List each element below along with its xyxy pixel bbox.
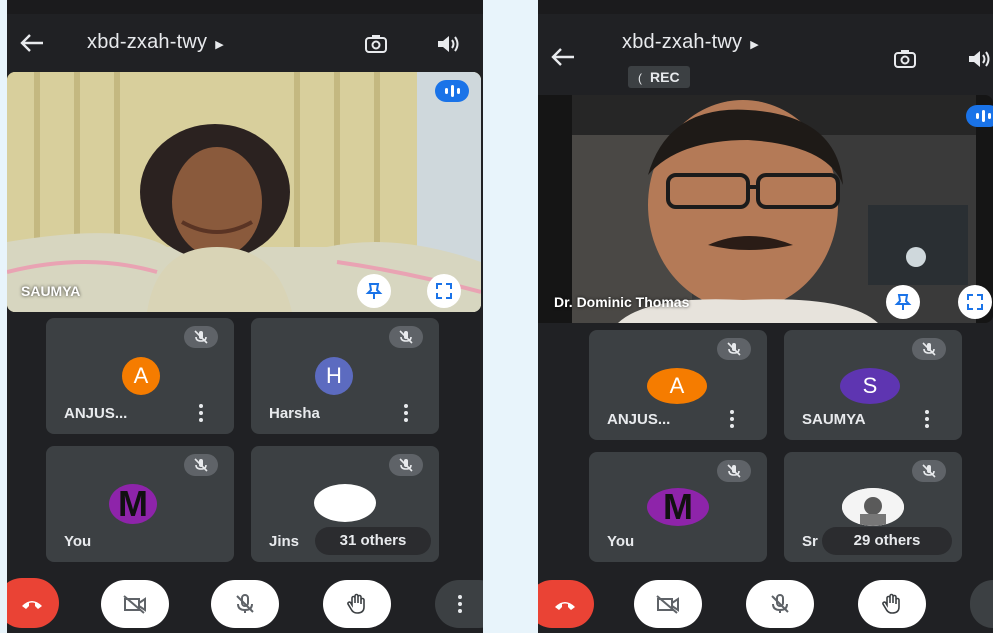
- speaker-video-frame: [7, 72, 481, 312]
- mic-off-icon: [184, 326, 218, 348]
- audio-level-indicator: [435, 80, 469, 102]
- avatar: [314, 484, 376, 522]
- end-call-button[interactable]: [538, 580, 594, 628]
- mic-off-icon: [389, 326, 423, 348]
- mic-off-icon: [184, 454, 218, 476]
- active-speaker-name: SAUMYA: [21, 283, 81, 299]
- camera-off-icon: [123, 595, 146, 614]
- active-speaker-video[interactable]: Dr. Dominic Thomas: [538, 95, 993, 323]
- speaker-volume-icon[interactable]: [966, 47, 992, 71]
- switch-camera-icon[interactable]: [363, 32, 389, 56]
- mic-toggle-button[interactable]: [211, 580, 279, 628]
- participant-name: Jins: [269, 533, 300, 550]
- participant-name: Sr: [802, 533, 818, 550]
- fullscreen-icon[interactable]: [958, 285, 992, 319]
- participant-name: ANJUS...: [64, 405, 128, 422]
- status-bar: [7, 0, 483, 14]
- meeting-code-title[interactable]: xbd-zxah-twy ▶: [87, 31, 224, 54]
- camera-toggle-button[interactable]: [634, 580, 702, 628]
- more-options-icon[interactable]: [403, 404, 409, 422]
- mic-off-icon: [236, 594, 254, 613]
- others-count-pill[interactable]: 31 others: [315, 527, 431, 555]
- participant-tile-self[interactable]: M You: [589, 452, 767, 562]
- switch-camera-icon[interactable]: [892, 47, 918, 71]
- status-bar: [538, 0, 993, 14]
- more-options-icon[interactable]: [924, 410, 930, 428]
- more-options-icon[interactable]: [729, 410, 735, 428]
- end-call-button[interactable]: [7, 578, 59, 628]
- meeting-code: xbd-zxah-twy: [87, 31, 208, 53]
- raise-hand-icon: [882, 593, 900, 614]
- fullscreen-icon[interactable]: [427, 274, 461, 308]
- avatar: M: [647, 486, 709, 527]
- more-options-icon[interactable]: [198, 404, 204, 422]
- mic-off-icon: [771, 594, 789, 613]
- raise-hand-button[interactable]: [858, 580, 926, 628]
- recording-badge: ( REC: [628, 66, 690, 88]
- meeting-code-title[interactable]: xbd-zxah-twy ▶: [622, 31, 759, 54]
- participant-tile[interactable]: Jins 31 others: [251, 446, 439, 562]
- participant-tile-self[interactable]: M You: [46, 446, 234, 562]
- back-arrow-icon[interactable]: [550, 46, 576, 68]
- raise-hand-icon: [347, 593, 365, 614]
- mic-off-icon: [912, 338, 946, 360]
- mic-off-icon: [389, 454, 423, 476]
- app-bar: xbd-zxah-twy ▶ ( REC: [538, 14, 993, 94]
- participant-name: You: [607, 533, 635, 550]
- speaker-video-frame: [538, 95, 993, 323]
- back-arrow-icon[interactable]: [19, 32, 45, 54]
- active-speaker-video[interactable]: SAUMYA: [7, 72, 481, 312]
- recording-label: REC: [650, 69, 680, 85]
- meet-screen-2: xbd-zxah-twy ▶ ( REC Dr. Dominic Thomas A…: [538, 0, 993, 633]
- more-options-button[interactable]: [435, 580, 483, 628]
- avatar: M: [109, 483, 157, 524]
- others-count-pill[interactable]: 29 others: [822, 527, 952, 555]
- camera-toggle-button[interactable]: [101, 580, 169, 628]
- mic-off-icon: [717, 460, 751, 482]
- meeting-code: xbd-zxah-twy: [622, 31, 743, 53]
- participant-tile[interactable]: H Harsha: [251, 318, 439, 434]
- participant-name: SAUMYA: [802, 411, 866, 428]
- audio-level-indicator: [966, 105, 993, 127]
- avatar: A: [122, 357, 160, 395]
- app-bar: xbd-zxah-twy ▶: [7, 14, 483, 72]
- participant-tile[interactable]: A ANJUS...: [46, 318, 234, 434]
- more-options-button[interactable]: [970, 580, 993, 628]
- speaker-volume-icon[interactable]: [435, 32, 461, 56]
- pin-icon[interactable]: [886, 285, 920, 319]
- mic-off-icon: [912, 460, 946, 482]
- avatar: H: [315, 357, 353, 395]
- recording-icon: (: [638, 71, 642, 85]
- chevron-right-icon: ▶: [215, 39, 224, 51]
- participant-tile[interactable]: A ANJUS...: [589, 330, 767, 440]
- camera-off-icon: [656, 595, 679, 614]
- avatar-photo: [842, 488, 904, 526]
- mic-off-icon: [717, 338, 751, 360]
- participant-name: Harsha: [269, 405, 320, 422]
- chevron-right-icon: ▶: [750, 39, 759, 51]
- participant-name: You: [64, 533, 92, 550]
- raise-hand-button[interactable]: [323, 580, 391, 628]
- more-vert-icon: [457, 595, 463, 613]
- participant-tile[interactable]: Sr 29 others: [784, 452, 962, 562]
- pin-icon[interactable]: [357, 274, 391, 308]
- active-speaker-name: Dr. Dominic Thomas: [554, 294, 690, 310]
- avatar: A: [647, 368, 707, 404]
- meet-screen-1: xbd-zxah-twy ▶ SAUMYA A ANJUS... H Harsh…: [7, 0, 483, 633]
- mic-toggle-button[interactable]: [746, 580, 814, 628]
- participant-tile[interactable]: S SAUMYA: [784, 330, 962, 440]
- avatar: S: [840, 368, 900, 404]
- participant-name: ANJUS...: [607, 411, 671, 428]
